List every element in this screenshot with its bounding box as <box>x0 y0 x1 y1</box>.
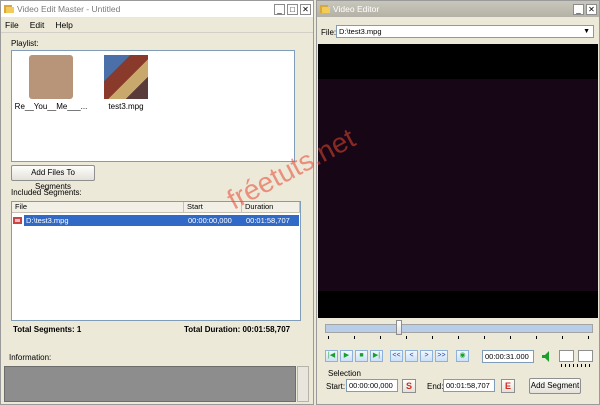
segment-start: 00:00:00,000 <box>188 216 232 225</box>
playlist-thumbnail-2[interactable] <box>104 55 148 99</box>
add-files-to-segments-button[interactable]: Add Files To Segments <box>11 165 95 191</box>
start-time-field[interactable]: 00:00:00,000 <box>346 379 398 392</box>
seek-slider-handle[interactable] <box>395 320 402 335</box>
volume-box-right[interactable] <box>578 350 593 362</box>
go-to-end-button[interactable]: ▶| <box>370 350 383 362</box>
app-icon <box>4 5 14 13</box>
information-label: Information: <box>9 353 52 362</box>
preview-eye-icon[interactable]: ◉ <box>456 350 469 362</box>
volume-icon[interactable] <box>542 351 551 362</box>
playlist-label: Playlist: <box>11 39 39 48</box>
included-segments-label: Included Segments: <box>11 188 82 197</box>
seek-slider[interactable] <box>325 324 593 333</box>
go-to-start-button[interactable]: |◀ <box>325 350 338 362</box>
video-frame <box>318 79 598 291</box>
file-select-value: D:\test3.mpg <box>339 27 382 36</box>
close-button[interactable]: ✕ <box>586 3 597 15</box>
end-label: End: <box>427 382 444 391</box>
minimize-button[interactable]: _ <box>274 3 285 15</box>
information-scrollbar[interactable] <box>297 366 309 402</box>
information-panel <box>4 366 296 402</box>
slider-ticks <box>328 336 590 339</box>
step-forward-button[interactable]: > <box>420 350 433 362</box>
minimize-button[interactable]: _ <box>573 3 584 15</box>
column-header-start[interactable]: Start <box>184 202 242 213</box>
selection-label: Selection <box>328 369 361 378</box>
column-header-duration[interactable]: Duration <box>242 202 300 213</box>
menu-file[interactable]: File <box>5 20 19 30</box>
file-label: File: <box>321 28 337 37</box>
menu-edit[interactable]: Edit <box>30 20 45 30</box>
app-icon <box>320 5 330 13</box>
video-preview <box>318 44 598 318</box>
file-select[interactable]: D:\test3.mpg ▼ <box>336 25 594 38</box>
title-bar[interactable]: Video Edit Master - Untitled _ □ ✕ <box>1 1 313 17</box>
playlist-item-label: test3.mpg <box>108 102 144 111</box>
close-button[interactable]: ✕ <box>300 3 311 15</box>
segment-film-icon <box>13 217 22 224</box>
window-title: Video Edit Master - Untitled <box>17 4 121 14</box>
window-title: Video Editor <box>333 4 380 14</box>
stop-button[interactable]: ■ <box>355 350 368 362</box>
playlist-thumbnail-1[interactable] <box>29 55 73 99</box>
menu-bar: File Edit Help <box>1 17 313 33</box>
playlist-item-label: Re__You__Me___... <box>14 102 88 111</box>
title-bar[interactable]: Video Editor _ ✕ <box>317 1 599 17</box>
set-end-button[interactable]: E <box>501 379 515 393</box>
start-label: Start: <box>326 382 346 391</box>
time-field[interactable]: 00:00:31.000 <box>482 350 534 363</box>
playlist-panel[interactable]: Re__You__Me___... test3.mpg <box>11 50 295 162</box>
segment-duration: 00:01:58,707 <box>246 216 290 225</box>
segments-table[interactable]: File Start Duration D:\test3.mpg 00:00:0… <box>11 201 301 321</box>
volume-box-left[interactable] <box>559 350 574 362</box>
column-header-file[interactable]: File <box>12 202 184 213</box>
volume-ticks <box>561 364 593 367</box>
play-button[interactable]: ▶ <box>340 350 353 362</box>
forward-fast-button[interactable]: >> <box>435 350 448 362</box>
add-segment-button[interactable]: Add Segment <box>529 378 581 394</box>
maximize-button[interactable]: □ <box>287 3 298 15</box>
segment-file: D:\test3.mpg <box>26 216 69 225</box>
total-segments: Total Segments: 1 <box>13 325 82 334</box>
table-row[interactable]: D:\test3.mpg 00:00:00,000 00:01:58,707 <box>24 215 299 226</box>
rewind-fast-button[interactable]: << <box>390 350 403 362</box>
total-duration: Total Duration: 00:01:58,707 <box>184 325 291 334</box>
step-back-button[interactable]: < <box>405 350 418 362</box>
set-start-button[interactable]: S <box>402 379 416 393</box>
chevron-down-icon: ▼ <box>583 28 590 35</box>
menu-help[interactable]: Help <box>55 20 72 30</box>
end-time-field[interactable]: 00:01:58,707 <box>443 379 495 392</box>
